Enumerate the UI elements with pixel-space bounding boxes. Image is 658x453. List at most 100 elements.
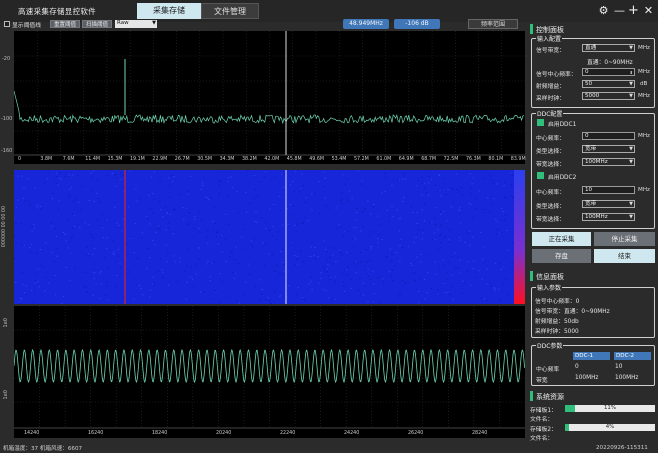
ddc2-bw-label: 带宽选择： <box>536 217 565 223</box>
waterfall-noise <box>233 277 236 279</box>
waterfall-noise <box>179 261 181 263</box>
waterfall-noise <box>422 232 424 234</box>
stepper-icon: ⬍ <box>629 70 633 75</box>
waterfall-noise <box>311 209 313 211</box>
waterfall-noise <box>230 176 232 178</box>
waveform-xtick: 20240 <box>216 431 232 436</box>
waterfall-noise <box>141 232 144 234</box>
waterfall-noise <box>415 288 417 290</box>
waterfall-noise <box>389 248 392 250</box>
reset-threshold-button[interactable]: 重置阈值 <box>50 20 80 28</box>
waterfall-noise <box>308 255 311 257</box>
stop-acquisition-button[interactable]: 停止采集 <box>594 232 655 246</box>
acquiring-button[interactable]: 正在采集 <box>532 232 591 246</box>
spectrum-plot[interactable] <box>14 31 525 164</box>
chevron-down-icon: ▼ <box>152 20 156 26</box>
accent-bar <box>530 391 533 401</box>
ddc1-enable-label: 启用DDC1 <box>548 122 577 128</box>
waterfall-noise <box>272 204 275 205</box>
waterfall-noise <box>459 213 461 215</box>
ddc2-enable-checkbox[interactable] <box>537 172 544 179</box>
waterfall-noise <box>102 237 105 238</box>
waterfall-noise <box>28 204 31 206</box>
waterfall-noise <box>499 232 501 234</box>
frequency-range-button[interactable]: 频率范围 <box>468 19 518 29</box>
ddc2-type-select[interactable]: 宽带 ▼ <box>582 200 635 208</box>
waterfall-noise <box>323 266 325 268</box>
waterfall-noise <box>33 227 36 229</box>
waterfall-noise <box>113 251 116 253</box>
center-freq-input[interactable]: 0 ⬍ <box>582 68 635 76</box>
close-button[interactable]: ✕ <box>642 4 655 17</box>
ddc1-bw-select[interactable]: 100MHz ▼ <box>582 158 635 166</box>
app-title: 高速采集存储显控软件 <box>18 7 96 16</box>
waterfall-noise <box>304 217 306 218</box>
settings-gear-icon[interactable]: ⚙ <box>597 4 610 17</box>
save-to-disk-button[interactable]: 存盘 <box>532 249 591 263</box>
gain-select[interactable]: 50 ▼ <box>582 80 635 88</box>
waveform-plot[interactable] <box>14 306 525 438</box>
waterfall-noise <box>281 248 284 250</box>
ddc1-enable-checkbox[interactable] <box>537 119 544 126</box>
ddc1-center-input[interactable]: 0 <box>582 132 635 140</box>
spectrum-trace <box>14 90 525 125</box>
chevron-down-icon: ▼ <box>629 159 633 165</box>
waterfall-noise <box>154 244 156 246</box>
waterfall-noise <box>146 248 148 249</box>
waterfall-noise <box>279 294 282 296</box>
waterfall-noise <box>289 184 292 186</box>
waterfall-noise <box>116 222 118 224</box>
waterfall-noise <box>18 301 21 303</box>
waterfall-noise <box>415 236 417 238</box>
tab-acquisition-storage[interactable]: 采集存储 <box>137 3 201 19</box>
waterfall-noise <box>437 249 439 251</box>
minimize-button[interactable]: — <box>613 4 626 17</box>
waterfall-noise <box>343 269 346 271</box>
waterfall-noise <box>168 185 171 186</box>
waterfall-noise <box>356 208 358 209</box>
waterfall-noise <box>193 228 196 230</box>
waterfall-noise <box>185 207 188 209</box>
waterfall-noise <box>235 246 237 248</box>
waterfall-noise <box>414 279 417 281</box>
clock-select[interactable]: 5000 ▼ <box>582 92 635 100</box>
waterfall-noise <box>172 233 175 234</box>
ddc2-center-input[interactable]: 10 <box>582 186 635 194</box>
ddc1-type-select[interactable]: 宽带 ▼ <box>582 145 635 153</box>
waterfall-noise <box>367 269 369 271</box>
waterfall-noise <box>56 255 59 257</box>
waterfall-noise <box>128 170 131 172</box>
waterfall-noise <box>378 233 380 235</box>
waterfall-noise <box>502 211 504 213</box>
waterfall-noise <box>91 254 94 255</box>
tab-file-management[interactable]: 文件管理 <box>201 3 259 19</box>
waterfall-noise <box>282 224 284 226</box>
waterfall-noise <box>205 196 207 198</box>
waterfall-noise <box>380 223 382 225</box>
scan-threshold-button[interactable]: 扫描阈值 <box>82 20 112 28</box>
waterfall-plot[interactable] <box>14 170 525 304</box>
waterfall-noise <box>265 227 267 229</box>
maximize-button[interactable]: + <box>627 4 640 17</box>
spectrum-xtick: 3.8M <box>40 157 53 162</box>
threshold-checkbox[interactable] <box>4 21 10 27</box>
waterfall-noise <box>198 227 201 229</box>
bandwidth-select[interactable]: 直通 ▼ <box>582 44 635 52</box>
waterfall-noise <box>421 176 423 178</box>
spectrum-xtick: 49.6M <box>309 157 325 162</box>
waterfall-noise <box>346 178 348 180</box>
ddc2-bw-select[interactable]: 100MHz ▼ <box>582 213 635 221</box>
mode-select[interactable]: Raw ▼ <box>115 20 157 28</box>
waterfall-noise <box>201 182 204 184</box>
waterfall-noise <box>215 291 217 293</box>
waterfall-noise <box>458 267 461 269</box>
waterfall-noise <box>480 232 482 234</box>
waterfall-noise <box>429 222 431 223</box>
waterfall-noise <box>99 201 102 203</box>
waterfall-noise <box>188 212 190 214</box>
waterfall-noise <box>129 237 132 239</box>
waterfall-noise <box>61 302 63 304</box>
waterfall-noise <box>60 234 63 236</box>
end-button[interactable]: 结束 <box>594 249 655 263</box>
waterfall-noise <box>356 261 359 263</box>
